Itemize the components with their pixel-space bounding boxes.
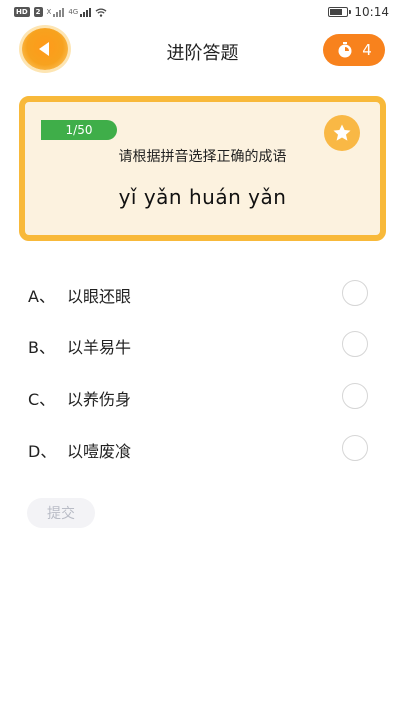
option-c[interactable]: C、 以养伤身 <box>0 376 405 416</box>
status-bar: HD 2 X 4G 10:14 <box>0 0 405 28</box>
hd-badge: HD <box>14 7 30 17</box>
status-right: 10:14 <box>328 5 389 19</box>
option-text: 以羊易牛 <box>67 338 132 357</box>
status-left: HD 2 X 4G <box>14 7 107 17</box>
network-label-1: X <box>46 8 52 16</box>
option-radio[interactable] <box>342 383 368 409</box>
question-card: 1/50 请根据拼音选择正确的成语 yǐ yǎn huán yǎn <box>19 96 386 241</box>
question-progress: 1/50 <box>41 120 117 140</box>
timer-count: 4 <box>362 41 372 59</box>
option-a[interactable]: A、 以眼还眼 <box>0 273 405 313</box>
battery-icon <box>328 7 352 17</box>
question-pinyin: yǐ yǎn huán yǎn <box>118 185 287 209</box>
network-label-2: 4G <box>68 8 79 16</box>
signal-icon-2 <box>80 7 92 17</box>
wifi-icon <box>95 7 107 17</box>
option-letter: A、 <box>28 287 55 306</box>
option-text: 以养伤身 <box>67 390 132 409</box>
option-text: 以噎废飡 <box>67 442 132 461</box>
option-d[interactable]: D、 以噎废飡 <box>0 428 405 468</box>
option-radio[interactable] <box>342 280 368 306</box>
option-letter: C、 <box>28 390 56 409</box>
signal-icon <box>53 7 65 17</box>
submit-button[interactable]: 提交 <box>27 498 95 528</box>
option-b[interactable]: B、 以羊易牛 <box>0 324 405 364</box>
battery-fill <box>330 9 343 15</box>
sim-slot-badge: 2 <box>33 7 43 17</box>
option-radio[interactable] <box>342 435 368 461</box>
option-letter: D、 <box>28 442 57 461</box>
star-icon <box>333 124 351 141</box>
option-radio[interactable] <box>342 331 368 357</box>
clock-time: 10:14 <box>354 5 389 19</box>
timer-badge[interactable]: 4 <box>323 34 385 66</box>
option-letter: B、 <box>28 338 55 357</box>
option-text: 以眼还眼 <box>67 287 132 306</box>
question-prompt: 请根据拼音选择正确的成语 <box>118 149 287 165</box>
stopwatch-icon <box>338 42 352 58</box>
